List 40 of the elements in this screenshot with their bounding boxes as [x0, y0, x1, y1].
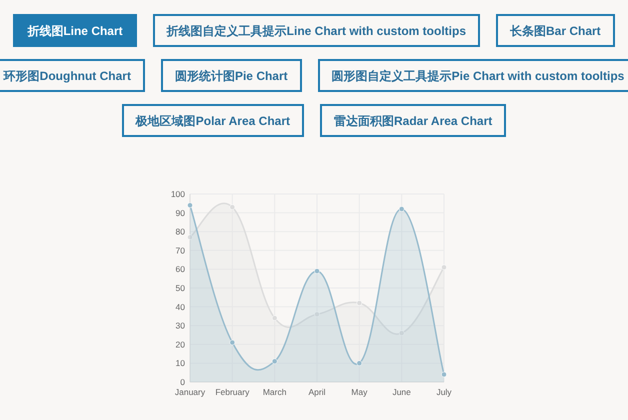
point: [187, 234, 193, 240]
point: [398, 330, 404, 336]
chart-type-button[interactable]: 折线图Line Chart: [13, 14, 137, 47]
point: [356, 360, 362, 366]
point: [272, 315, 278, 321]
point: [398, 206, 404, 212]
y-axis-label: 60: [176, 264, 185, 274]
y-axis-label: 20: [176, 339, 185, 350]
point: [314, 312, 320, 318]
chart-type-button[interactable]: 极地区域图Polar Area Chart: [122, 104, 304, 137]
chart-type-button[interactable]: 圆形图自定义工具提示Pie Chart with custom tooltips: [318, 59, 628, 92]
x-axis-label: April: [308, 387, 326, 397]
y-axis-label: 40: [176, 302, 185, 312]
y-axis-label: 70: [176, 245, 185, 256]
point: [356, 300, 362, 306]
point: [230, 340, 236, 346]
chart-type-button[interactable]: 圆形统计图Pie Chart: [160, 59, 302, 92]
x-axis-label: July: [436, 387, 452, 397]
x-axis-label: January: [174, 387, 206, 397]
y-axis-label: 0: [180, 377, 185, 387]
x-axis-label: March: [262, 387, 286, 397]
y-axis-label: 10: [176, 358, 185, 368]
y-axis-label: 30: [176, 320, 185, 331]
x-axis-label: May: [351, 387, 368, 397]
point: [441, 372, 447, 378]
point: [441, 264, 447, 270]
point: [230, 204, 236, 210]
chart-type-button[interactable]: 折线图自定义工具提示Line Chart with custom tooltips: [152, 14, 480, 47]
y-axis-label: 90: [176, 208, 185, 218]
chart-type-button[interactable]: 环形图Doughnut Chart: [0, 59, 145, 92]
chart-type-button[interactable]: 长条图Bar Chart: [496, 14, 615, 47]
y-axis-label: 50: [176, 283, 185, 293]
y-axis-label: 100: [170, 189, 185, 199]
chart-type-button[interactable]: 雷达面积图Radar Area Chart: [320, 104, 506, 137]
y-axis-label: 80: [176, 226, 185, 237]
x-axis-label: February: [215, 387, 250, 397]
x-axis-label: June: [392, 387, 411, 397]
point: [187, 202, 193, 208]
point: [314, 268, 320, 274]
point: [272, 358, 278, 364]
